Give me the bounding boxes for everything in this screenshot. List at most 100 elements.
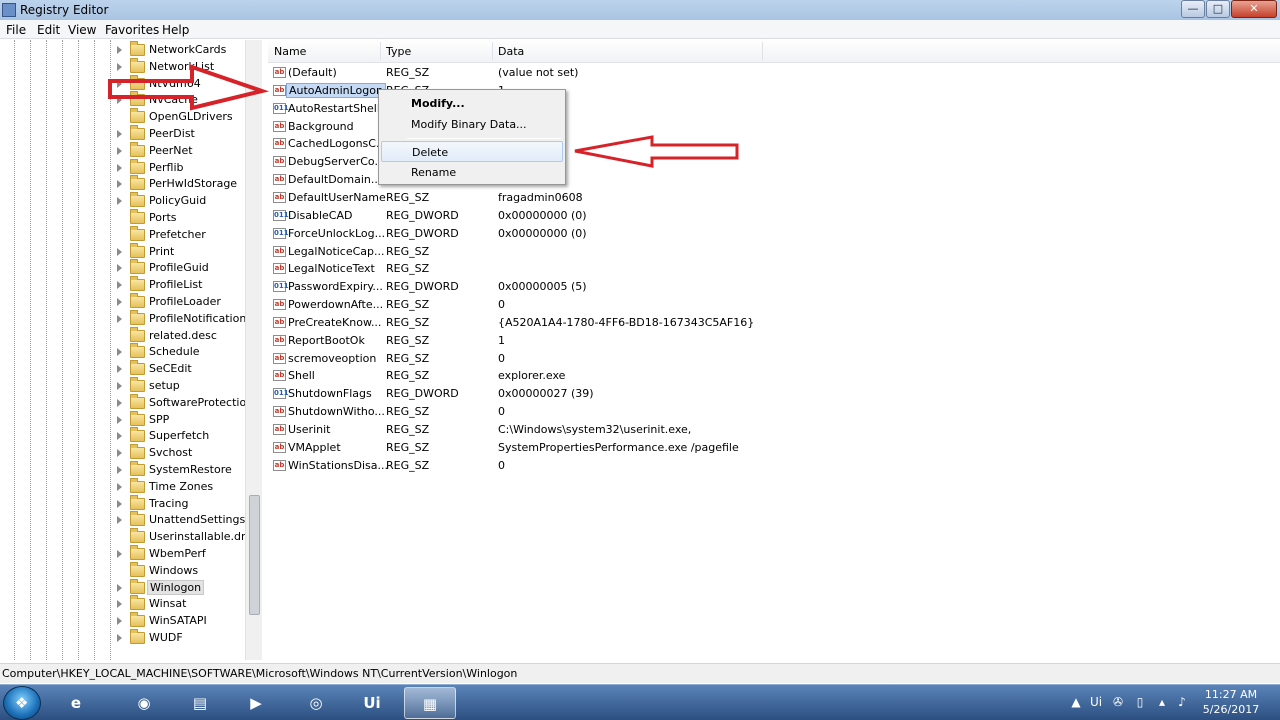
tree-item[interactable]: NetworkList — [117, 57, 257, 76]
clock-time[interactable]: 11:27 AM — [1196, 688, 1266, 701]
table-row[interactable]: 011 ShutdownFlags REG_DWORD 0x00000027 (39) — [268, 385, 1168, 403]
firefox-icon[interactable]: ◉ — [118, 687, 170, 719]
expand-arrow-icon[interactable] — [117, 499, 122, 508]
menu-edit[interactable]: Edit — [37, 23, 60, 37]
tree-scrollbar-thumb[interactable] — [249, 495, 260, 615]
column-separator[interactable] — [492, 42, 493, 60]
expand-arrow-icon[interactable] — [117, 281, 122, 290]
menu-item-modify-binary[interactable]: Modify Binary Data... — [381, 114, 563, 135]
tree-scrollbar[interactable] — [245, 40, 262, 660]
menu-help[interactable]: Help — [162, 23, 189, 37]
tree-item[interactable]: Ports — [117, 209, 257, 227]
table-row[interactable]: ab WinStationsDisa... REG_SZ 0 — [268, 457, 1168, 475]
menu-view[interactable]: View — [68, 23, 96, 37]
tree-item[interactable]: Time Zones — [117, 477, 257, 496]
uipath-icon[interactable]: Ui — [346, 687, 398, 719]
media-player-icon[interactable]: ▶ — [230, 687, 282, 719]
battery-icon[interactable]: ▯ — [1132, 694, 1148, 710]
tree-item[interactable]: SPP — [117, 410, 257, 429]
registry-editor-taskbar-icon[interactable]: ▦ — [404, 687, 456, 719]
table-row[interactable]: ab LegalNoticeCap... REG_SZ — [268, 243, 1168, 261]
internet-explorer-icon[interactable]: e — [50, 687, 102, 719]
minimize-button[interactable]: — — [1181, 0, 1205, 18]
expand-arrow-icon[interactable] — [117, 130, 122, 138]
tree-item[interactable]: SeCEdit — [117, 360, 257, 378]
tree-item[interactable]: Svchost — [117, 444, 257, 462]
tree-item[interactable]: Windows — [117, 561, 257, 580]
column-header-name[interactable]: Name — [274, 45, 306, 58]
tree-item[interactable]: OpenGLDrivers — [117, 108, 257, 126]
tree-item[interactable]: PeerNet — [117, 141, 257, 160]
expand-arrow-icon[interactable] — [117, 247, 122, 256]
tree-item[interactable]: SystemRestore — [117, 461, 257, 479]
table-row[interactable]: ab (Default) REG_SZ (value not set) — [268, 64, 1168, 82]
volume-icon[interactable]: ♪ — [1174, 694, 1190, 710]
table-row[interactable]: ab Userinit REG_SZ C:\Windows\system32\user… — [268, 421, 1168, 439]
tree-item[interactable]: WinSATAPI — [117, 612, 257, 630]
expand-arrow-icon[interactable] — [117, 415, 122, 424]
tree-item[interactable]: UnattendSettings — [117, 511, 257, 529]
tree-item[interactable]: NtVdm64 — [117, 74, 257, 93]
close-button[interactable]: ✕ — [1231, 0, 1277, 18]
table-row[interactable]: ab LegalNoticeText REG_SZ — [268, 260, 1168, 278]
chrome-icon[interactable]: ◎ — [290, 687, 342, 719]
tree-item[interactable]: Superfetch — [117, 427, 257, 445]
tree-item[interactable]: ProfileList — [117, 276, 257, 294]
uipath-tray-icon[interactable]: Ui — [1088, 694, 1104, 710]
tree-item[interactable]: NetworkCards — [117, 41, 257, 59]
expand-arrow-icon[interactable] — [117, 96, 122, 105]
tree-item[interactable]: WUDF — [117, 629, 257, 647]
tree-item[interactable]: SoftwareProtectionPlatform — [117, 393, 261, 412]
tree-item[interactable]: Userinstallable.drivers — [117, 528, 261, 546]
expand-arrow-icon[interactable] — [117, 432, 122, 441]
tree-item[interactable]: ProfileGuid — [117, 259, 257, 277]
expand-arrow-icon[interactable] — [117, 298, 122, 306]
network-tray-icon[interactable]: ✇ — [1110, 694, 1126, 710]
tree-item[interactable]: Tracing — [117, 494, 257, 513]
column-separator[interactable] — [380, 42, 381, 60]
expand-arrow-icon[interactable] — [117, 583, 122, 592]
expand-arrow-icon[interactable] — [117, 550, 122, 558]
tree-item[interactable]: related.desc — [117, 326, 257, 345]
tree-item[interactable]: ProfileNotification — [117, 309, 257, 328]
expand-arrow-icon[interactable] — [117, 180, 122, 189]
tree-item[interactable]: Prefetcher — [117, 225, 257, 244]
table-row[interactable]: ab PowerdownAfte... REG_SZ 0 — [268, 296, 1168, 314]
menu-favorites[interactable]: Favorites — [105, 23, 159, 37]
table-row[interactable]: 011 ForceUnlockLog... REG_DWORD 0x00000000 … — [268, 225, 1168, 243]
clock-date[interactable]: 5/26/2017 — [1196, 703, 1266, 716]
tree-item[interactable]: Perflib — [117, 158, 257, 177]
table-row[interactable]: ab Shell REG_SZ explorer.exe — [268, 367, 1168, 385]
expand-arrow-icon[interactable] — [117, 516, 122, 525]
tree-item[interactable]: Winlogon — [117, 578, 257, 597]
table-row[interactable]: ab VMApplet REG_SZ SystemPropertiesPerforma… — [268, 439, 1168, 457]
expand-arrow-icon[interactable] — [117, 482, 122, 491]
table-row[interactable]: ab PreCreateKnow... REG_SZ {A520A1A4-1780-4… — [268, 314, 1168, 332]
expand-arrow-icon[interactable] — [117, 46, 122, 54]
table-row[interactable]: 011 PasswordExpiry... REG_DWORD 0x00000005 … — [268, 278, 1168, 296]
tree-item[interactable]: Schedule — [117, 343, 257, 361]
expand-arrow-icon[interactable] — [117, 600, 122, 609]
maximize-button[interactable]: □ — [1206, 0, 1230, 18]
tree-item[interactable]: NvCache — [117, 91, 257, 109]
expand-arrow-icon[interactable] — [117, 197, 122, 206]
table-row[interactable]: ab scremoveoption REG_SZ 0 — [268, 350, 1168, 368]
expand-arrow-icon[interactable] — [117, 62, 122, 71]
expand-arrow-icon[interactable] — [117, 314, 122, 323]
expand-arrow-icon[interactable] — [117, 264, 122, 273]
column-separator[interactable] — [762, 42, 763, 60]
table-row[interactable]: ab ShutdownWitho... REG_SZ 0 — [268, 403, 1168, 421]
tree-item[interactable]: PolicyGuid — [117, 192, 257, 210]
registry-tree[interactable]: NetworkCards NetworkList NtVdm64 NvCache Ope… — [0, 40, 262, 660]
table-row[interactable]: ab DefaultUserName REG_SZ fragadmin0608 — [268, 189, 1168, 207]
tree-item[interactable]: Print — [117, 242, 257, 261]
show-hidden-icons-icon[interactable]: ▲ — [1068, 694, 1084, 710]
expand-arrow-icon[interactable] — [117, 634, 122, 642]
expand-arrow-icon[interactable] — [117, 348, 122, 357]
expand-arrow-icon[interactable] — [117, 79, 122, 88]
wifi-icon[interactable]: ▴ — [1154, 694, 1170, 710]
expand-arrow-icon[interactable] — [117, 398, 122, 407]
tree-item[interactable]: ProfileLoader — [117, 293, 257, 311]
start-button[interactable]: ❖ — [3, 686, 41, 720]
file-explorer-icon[interactable]: ▤ — [174, 687, 226, 719]
